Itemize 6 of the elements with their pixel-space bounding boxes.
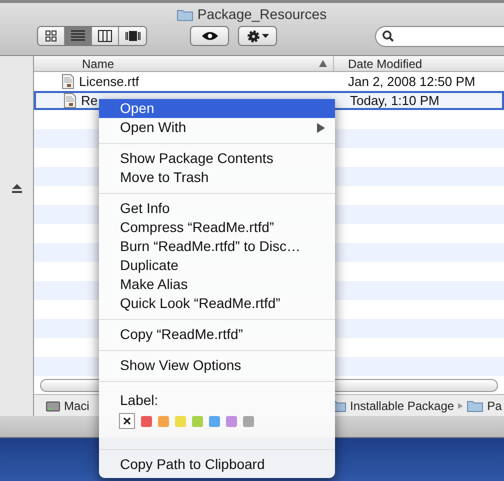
- window-title: Package_Resources: [197, 4, 327, 24]
- label-heading: Label:: [119, 391, 160, 410]
- file-name: Re: [81, 92, 98, 110]
- date-cell-text: Today, 1:10 PM: [349, 92, 440, 110]
- date-cell-text: Jan 2, 2008 12:50 PM: [347, 72, 476, 91]
- file-name: License.rtf: [79, 72, 139, 91]
